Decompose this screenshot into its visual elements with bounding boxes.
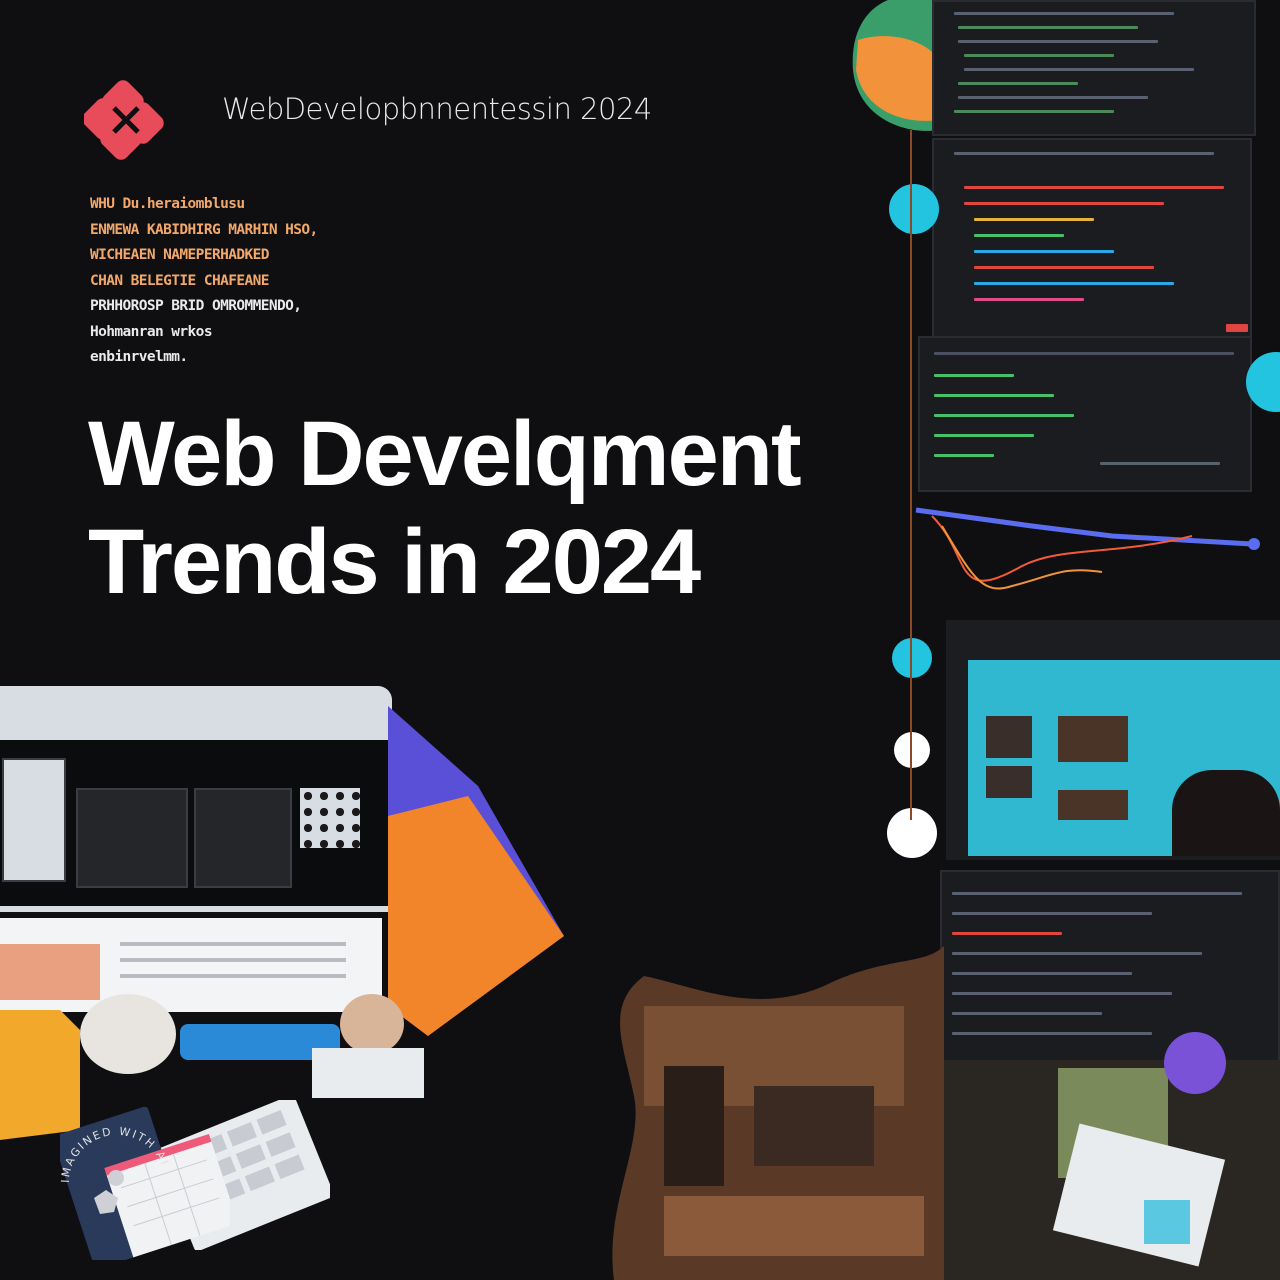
- intro-line: WICHEAEN NAMEPERHADKED: [90, 247, 269, 263]
- brand-title: WebDevelopbnnentessin 2024: [222, 92, 652, 126]
- intro-paragraph: WHU Du.heraiomblusu ENMEWA KABIDHIRG MAR…: [90, 192, 410, 371]
- decorative-dot-icon: [1164, 1032, 1226, 1094]
- code-editor-screenshot: [932, 0, 1256, 136]
- connector-line: [910, 130, 912, 820]
- intro-line: ENMEWA KABIDHIRG MARHIN HSO,: [90, 221, 318, 238]
- laptop-screen: [0, 740, 392, 906]
- decorative-dot-icon: [889, 184, 939, 234]
- headline-line-1: Web Develqment: [88, 403, 802, 505]
- intro-line: WHU Du.heraiomblusu: [90, 196, 245, 212]
- website-preview-screenshot: [946, 620, 1280, 860]
- page-headline: Web Develqment Trends in 2024: [88, 400, 908, 616]
- intro-line: CHAN BELEGTIE CHAFEANE: [90, 272, 269, 289]
- decorative-blob-icon: [852, 0, 938, 131]
- folder-illustration-icon: [388, 706, 564, 1036]
- photo-collage: [944, 1060, 1280, 1280]
- desk-items: [80, 994, 424, 1098]
- decorative-dot-icon: [894, 732, 930, 768]
- office-photo-image: [612, 946, 944, 1280]
- code-editor-screenshot: [918, 336, 1252, 492]
- intro-line: enbinrvelmm.: [90, 349, 188, 365]
- code-editor-screenshot: [932, 138, 1252, 338]
- decorative-dot-icon: [887, 808, 937, 858]
- code-editor-screenshot: [940, 870, 1280, 1074]
- decorative-dot-icon: [892, 638, 932, 678]
- intro-line: PRHHOROSP BRID OMROMMENDO,: [90, 298, 302, 314]
- imagined-with-ai-watermark: IMAGINED WITH AI: [59, 1125, 170, 1214]
- brand-logo-icon: [84, 80, 164, 160]
- graph-lines-icon: [915, 507, 1260, 590]
- intro-line: Hohmanran wrkos: [90, 323, 213, 340]
- headline-line-2: Trends in 2024: [88, 511, 701, 613]
